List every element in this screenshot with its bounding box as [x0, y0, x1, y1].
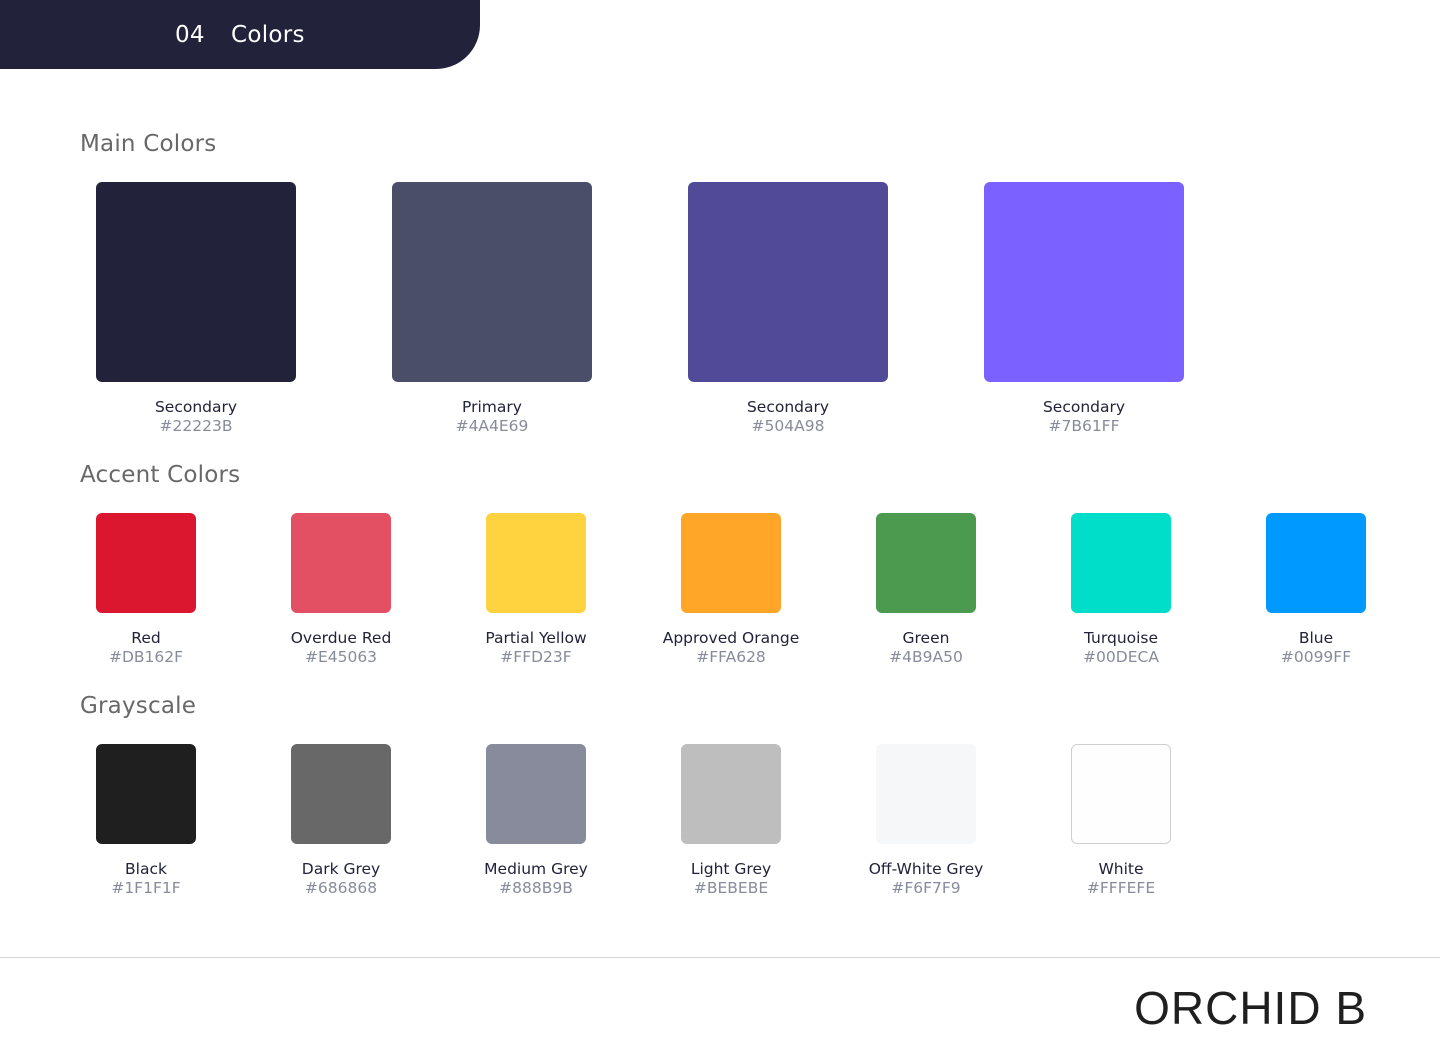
- main-color-item: Secondary #504A98: [688, 182, 888, 436]
- main-color-item: Secondary #22223B: [96, 182, 296, 436]
- color-swatch: [96, 513, 196, 613]
- color-name: Dark Grey: [301, 860, 381, 878]
- grayscale-color-item: Black #1F1F1F: [71, 744, 221, 898]
- color-hex: #F6F7F9: [891, 879, 961, 897]
- grayscale-color-item: Light Grey #BEBEBE: [656, 744, 806, 898]
- color-swatch: [876, 513, 976, 613]
- color-hex: #E45063: [304, 648, 378, 666]
- color-hex: #1F1F1F: [111, 879, 181, 897]
- color-hex: #BEBEBE: [693, 879, 769, 897]
- grayscale-title: Grayscale: [80, 693, 197, 719]
- color-hex: #4B9A50: [889, 648, 963, 666]
- color-swatch: [1071, 744, 1171, 844]
- color-name: Partial Yellow: [485, 629, 587, 647]
- color-hex: #888B9B: [499, 879, 573, 897]
- color-name: Medium Grey: [484, 860, 588, 878]
- color-name: Light Grey: [690, 860, 772, 878]
- color-swatch: [96, 182, 296, 382]
- accent-color-item: Approved Orange #FFA628: [646, 513, 816, 667]
- grayscale-color-item: Off-White Grey #F6F7F9: [851, 744, 1001, 898]
- color-hex: #686868: [304, 879, 378, 897]
- color-hex: #7B61FF: [1048, 417, 1120, 435]
- main-colors-title: Main Colors: [80, 131, 217, 157]
- color-swatch: [681, 744, 781, 844]
- color-name: Green: [902, 629, 950, 647]
- brand-wordmark: ORCHID B: [1134, 982, 1367, 1034]
- color-hex: #FFFEFE: [1086, 879, 1156, 897]
- accent-color-item: Overdue Red #E45063: [266, 513, 416, 667]
- section-number: 04: [175, 22, 205, 48]
- grayscale-color-item: Dark Grey #686868: [266, 744, 416, 898]
- color-name: Off-White Grey: [868, 860, 984, 878]
- color-swatch: [486, 744, 586, 844]
- accent-color-item: Blue #0099FF: [1241, 513, 1391, 667]
- color-hex: #0099FF: [1280, 648, 1352, 666]
- grayscale-color-item: Medium Grey #888B9B: [461, 744, 611, 898]
- color-swatch: [681, 513, 781, 613]
- color-hex: #00DECA: [1083, 648, 1159, 666]
- section-heading: Colors: [231, 22, 305, 48]
- accent-color-item: Green #4B9A50: [851, 513, 1001, 667]
- color-swatch: [984, 182, 1184, 382]
- accent-color-item: Red #DB162F: [71, 513, 221, 667]
- color-name: Secondary: [154, 398, 238, 416]
- color-swatch: [1266, 513, 1366, 613]
- color-swatch: [291, 744, 391, 844]
- color-hex: #FFD23F: [500, 648, 572, 666]
- grayscale-color-item: White #FFFEFE: [1046, 744, 1196, 898]
- color-swatch: [688, 182, 888, 382]
- color-swatch: [876, 744, 976, 844]
- color-hex: #DB162F: [108, 648, 184, 666]
- color-name: Primary: [462, 398, 522, 416]
- color-name: Overdue Red: [290, 629, 392, 647]
- color-hex: #4A4E69: [455, 417, 529, 435]
- accent-color-item: Turquoise #00DECA: [1046, 513, 1196, 667]
- color-hex: #504A98: [751, 417, 825, 435]
- color-swatch: [96, 744, 196, 844]
- color-name: Secondary: [1042, 398, 1126, 416]
- color-swatch: [486, 513, 586, 613]
- footer-divider: [0, 957, 1440, 958]
- color-name: Blue: [1298, 629, 1334, 647]
- color-hex: #22223B: [159, 417, 233, 435]
- color-swatch: [291, 513, 391, 613]
- accent-colors-title: Accent Colors: [80, 462, 241, 488]
- color-swatch: [392, 182, 592, 382]
- color-hex: #FFA628: [696, 648, 766, 666]
- color-name: Turquoise: [1083, 629, 1159, 647]
- color-name: Black: [125, 860, 167, 878]
- color-name: Secondary: [746, 398, 830, 416]
- color-name: Approved Orange: [662, 629, 800, 647]
- color-name: White: [1098, 860, 1144, 878]
- accent-color-item: Partial Yellow #FFD23F: [461, 513, 611, 667]
- main-color-item: Primary #4A4E69: [392, 182, 592, 436]
- color-swatch: [1071, 513, 1171, 613]
- main-color-item: Secondary #7B61FF: [984, 182, 1184, 436]
- color-name: Red: [131, 629, 161, 647]
- section-header-tab: 04 Colors: [0, 0, 480, 69]
